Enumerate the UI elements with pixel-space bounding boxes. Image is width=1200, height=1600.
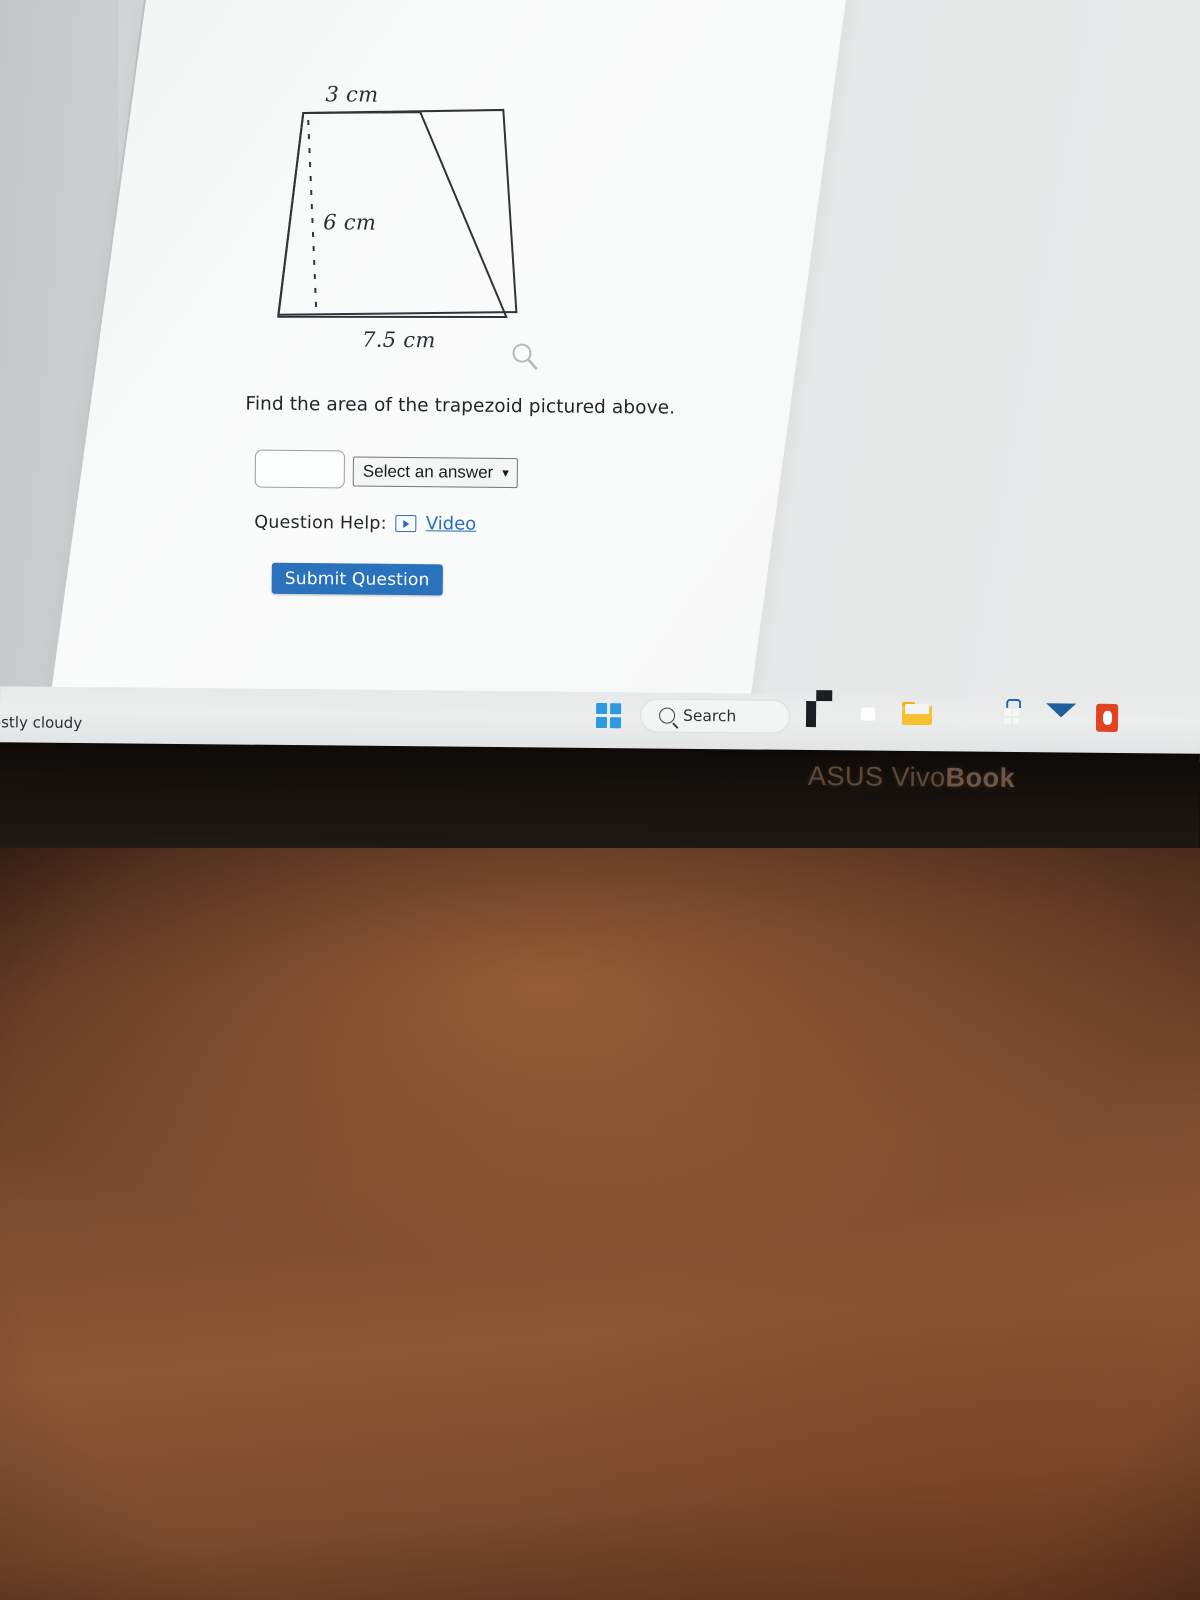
play-icon[interactable] — [395, 514, 417, 533]
search-placeholder: Search — [682, 706, 737, 726]
search-icon — [658, 707, 676, 724]
answer-row: Select an answer ▾ — [254, 449, 518, 491]
photo-vignette — [0, 848, 1200, 1600]
start-icon[interactable] — [592, 699, 624, 731]
asus-vivobook-logo: ASUS VivoBook — [808, 761, 1015, 794]
magnifier-icon[interactable] — [508, 340, 542, 374]
brand-prefix: ASUS Vivo — [807, 760, 946, 793]
question-content: 3 cm 6 cm 7.5 cm Find the area of the tr… — [0, 0, 1200, 709]
question-prompt: Find the area of the trapezoid pictured … — [245, 393, 676, 419]
office-icon[interactable] — [1094, 703, 1126, 736]
search-input[interactable]: Search — [639, 698, 791, 734]
weather-widget[interactable]: F ostly cloudy — [0, 690, 112, 735]
question-help-row: Question Help: Video — [254, 512, 476, 535]
copilot-chat-icon[interactable] — [854, 701, 886, 733]
figure-bottom-label: 7.5 cm — [361, 327, 436, 353]
figure-height-label: 6 cm — [323, 210, 377, 235]
submit-question-button[interactable]: Submit Question — [271, 562, 443, 596]
video-link[interactable]: Video — [426, 513, 477, 534]
keyboard-deck: f1🔇f2🔈f3🔊f4⌧f5☀f6⌧f7⌨f8▭/▭f9homef10end !… — [0, 848, 1200, 1600]
microsoft-store-icon[interactable] — [998, 698, 1030, 735]
brand-suffix: Book — [945, 762, 1016, 794]
unit-select-label: Select an answer — [362, 461, 494, 482]
task-view-icon[interactable] — [805, 690, 838, 733]
mail-icon[interactable] — [1046, 703, 1078, 735]
trapezoid-figure: 3 cm 6 cm 7.5 cm — [258, 70, 561, 373]
figure-top-label: 3 cm — [325, 82, 379, 107]
chevron-down-icon: ▾ — [502, 465, 509, 481]
edge-browser-icon[interactable] — [950, 702, 982, 734]
question-help-label: Question Help: — [254, 512, 387, 534]
unit-select[interactable]: Select an answer ▾ — [352, 456, 518, 489]
laptop-photo: 3 cm 6 cm 7.5 cm Find the area of the tr… — [0, 0, 1200, 1600]
laptop-screen: 3 cm 6 cm 7.5 cm Find the area of the tr… — [0, 0, 1200, 762]
file-explorer-icon[interactable] — [901, 701, 934, 734]
taskbar-icons: Search — [592, 690, 1126, 737]
weather-temp: F — [0, 690, 112, 713]
answer-input[interactable] — [254, 449, 346, 489]
weather-condition: ostly cloudy — [0, 712, 83, 732]
